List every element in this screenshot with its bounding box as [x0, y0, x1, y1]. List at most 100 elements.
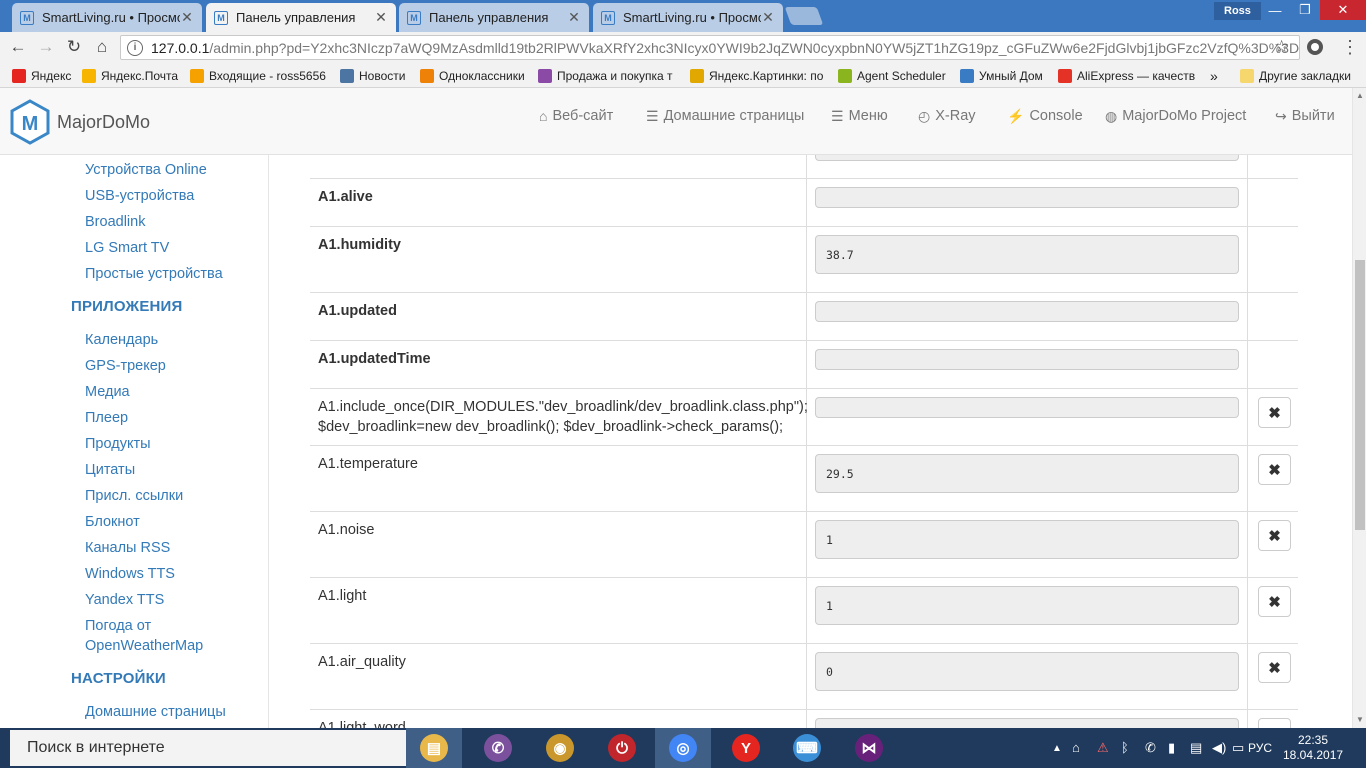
scrollbar-thumb[interactable]: [1355, 260, 1365, 530]
scroll-down-arrow-icon[interactable]: ▼: [1353, 712, 1366, 726]
taskbar-app[interactable]: ◎: [655, 728, 711, 768]
bookmark-item[interactable]: Agent Scheduler: [838, 67, 950, 84]
tray-warning-icon[interactable]: ⚠: [1097, 740, 1109, 756]
new-tab-button[interactable]: [784, 7, 824, 25]
property-value-input[interactable]: [815, 187, 1239, 208]
address-bar[interactable]: i 127.0.0.1/admin.php?pd=Y2xhc3NIczp7aWQ…: [120, 35, 1300, 60]
close-window-icon[interactable]: ✕: [1320, 0, 1366, 20]
bluetooth-icon[interactable]: ᛒ: [1121, 740, 1129, 755]
bookmark-item[interactable]: Яндекс.Картинки: по: [690, 67, 828, 84]
delete-property-button[interactable]: ✖: [1258, 586, 1291, 617]
browser-tab-4[interactable]: M SmartLiving.ru • Просмо ✕: [593, 3, 783, 32]
tray-expand-icon[interactable]: ▲: [1052, 743, 1062, 754]
notifications-icon[interactable]: ▭: [1232, 740, 1244, 756]
scroll-up-arrow-icon[interactable]: ▲: [1353, 88, 1366, 102]
brand-name[interactable]: MajorDoMo: [57, 112, 150, 133]
bookmarks-overflow-chevron-icon[interactable]: »: [1210, 67, 1218, 84]
sidebar-link[interactable]: Цитаты: [85, 460, 135, 480]
taskbar-app[interactable]: ⌨: [779, 728, 835, 768]
sidebar-link[interactable]: Погода от: [85, 616, 151, 636]
delete-property-button[interactable]: ✖: [1258, 718, 1291, 728]
tab-close-icon[interactable]: ✕: [180, 9, 194, 26]
sidebar-link[interactable]: LG Smart TV: [85, 238, 169, 258]
property-value-input[interactable]: [815, 155, 1239, 161]
nav-item[interactable]: ◍ MajorDoMo Project: [1105, 106, 1246, 126]
sidebar-link[interactable]: Плеер: [85, 408, 128, 428]
home-icon[interactable]: ⌂: [91, 36, 113, 58]
battery-icon[interactable]: ▮: [1168, 740, 1175, 756]
extension-icon[interactable]: [1307, 39, 1323, 55]
sidebar-link[interactable]: Простые устройства: [85, 264, 223, 284]
nav-item[interactable]: ⚡ Console: [1007, 106, 1083, 126]
browser-menu-icon[interactable]: ⋮: [1341, 37, 1359, 58]
property-value-input[interactable]: 1: [815, 520, 1239, 559]
restore-window-icon[interactable]: ❐: [1290, 0, 1320, 20]
sidebar-link[interactable]: Присл. ссылки: [85, 486, 183, 506]
sidebar-link[interactable]: Блокнот: [85, 512, 140, 532]
sidebar-link[interactable]: Broadlink: [85, 212, 145, 232]
sidebar-link[interactable]: USB-устройства: [85, 186, 194, 206]
bookmark-star-icon[interactable]: ☆: [1274, 37, 1289, 57]
property-value-input[interactable]: [815, 718, 1239, 728]
delete-property-button[interactable]: ✖: [1258, 397, 1291, 428]
tab-close-icon[interactable]: ✕: [374, 9, 388, 26]
nav-item[interactable]: ↪ Выйти: [1275, 106, 1335, 126]
browser-tab-3[interactable]: M Панель управления ✕: [399, 3, 589, 32]
tab-close-icon[interactable]: ✕: [761, 9, 775, 26]
nav-item[interactable]: ◴ X-Ray: [918, 106, 976, 126]
property-value-input[interactable]: 38.7: [815, 235, 1239, 274]
delete-property-button[interactable]: ✖: [1258, 652, 1291, 683]
browser-tab-1[interactable]: M SmartLiving.ru • Просмо ✕: [12, 3, 202, 32]
input-language[interactable]: РУС: [1248, 741, 1272, 755]
site-info-icon[interactable]: i: [127, 39, 143, 56]
browser-tab-2-active[interactable]: M Панель управления ✕: [206, 3, 396, 32]
page-scrollbar[interactable]: ▲ ▼: [1352, 88, 1366, 728]
property-value-input[interactable]: [815, 397, 1239, 418]
property-value-input[interactable]: 1: [815, 586, 1239, 625]
taskbar-clock[interactable]: 22:35 18.04.2017: [1283, 733, 1343, 763]
taskbar-app[interactable]: ✆: [470, 728, 526, 768]
delete-property-button[interactable]: ✖: [1258, 454, 1291, 485]
tray-home-icon[interactable]: ⌂: [1072, 740, 1080, 755]
taskbar-app[interactable]: ⋈: [841, 728, 897, 768]
nav-item[interactable]: ☰ Меню: [831, 106, 888, 126]
bookmark-item[interactable]: AliExpress — качеств: [1058, 67, 1203, 84]
bookmark-item[interactable]: Новости: [340, 67, 412, 84]
forward-arrow-icon[interactable]: →: [35, 36, 57, 58]
tray-viber-icon[interactable]: ✆: [1145, 740, 1156, 756]
bookmark-item[interactable]: Яндекс: [12, 67, 74, 84]
other-bookmarks[interactable]: Другие закладки: [1240, 67, 1351, 84]
sidebar-link[interactable]: Windows TTS: [85, 564, 175, 584]
profile-name[interactable]: Ross: [1214, 2, 1261, 20]
taskbar-app[interactable]: ⏻: [594, 728, 650, 768]
property-value-input[interactable]: [815, 349, 1239, 370]
network-icon[interactable]: ▤: [1190, 740, 1202, 756]
sidebar-link[interactable]: Yandex TTS: [85, 590, 164, 610]
bookmark-item[interactable]: Яндекс.Почта: [82, 67, 182, 84]
bookmark-item[interactable]: Умный Дом: [960, 67, 1050, 84]
bookmark-item[interactable]: Входящие - ross5656: [190, 67, 330, 84]
tab-close-icon[interactable]: ✕: [567, 9, 581, 26]
property-value-input[interactable]: 0: [815, 652, 1239, 691]
minimize-window-icon[interactable]: —: [1260, 0, 1290, 20]
taskbar-app[interactable]: Y: [718, 728, 774, 768]
back-arrow-icon[interactable]: ←: [7, 36, 29, 58]
sidebar-link[interactable]: Медиа: [85, 382, 130, 402]
sidebar-link[interactable]: OpenWeatherMap: [85, 636, 203, 656]
sidebar-link[interactable]: Календарь: [85, 330, 158, 350]
sidebar-link[interactable]: Домашние страницы: [85, 702, 226, 722]
property-value-input[interactable]: 29.5: [815, 454, 1239, 493]
bookmark-item[interactable]: Одноклассники: [420, 67, 530, 84]
sidebar-link[interactable]: Устройства Online: [85, 160, 207, 180]
volume-icon[interactable]: ◀): [1212, 740, 1226, 756]
taskbar-app[interactable]: ▤: [406, 728, 462, 768]
nav-item[interactable]: ☰ Домашние страницы: [646, 106, 804, 126]
majordomo-logo-icon[interactable]: M: [10, 99, 50, 145]
taskbar-search-box[interactable]: Поиск в интернете: [10, 730, 406, 766]
sidebar-link[interactable]: Продукты: [85, 434, 151, 454]
bookmark-item[interactable]: Продажа и покупка т: [538, 67, 678, 84]
delete-property-button[interactable]: ✖: [1258, 520, 1291, 551]
reload-icon[interactable]: ↻: [63, 36, 85, 58]
nav-item[interactable]: ⌂ Веб-сайт: [539, 106, 613, 126]
sidebar-link[interactable]: Каналы RSS: [85, 538, 170, 558]
